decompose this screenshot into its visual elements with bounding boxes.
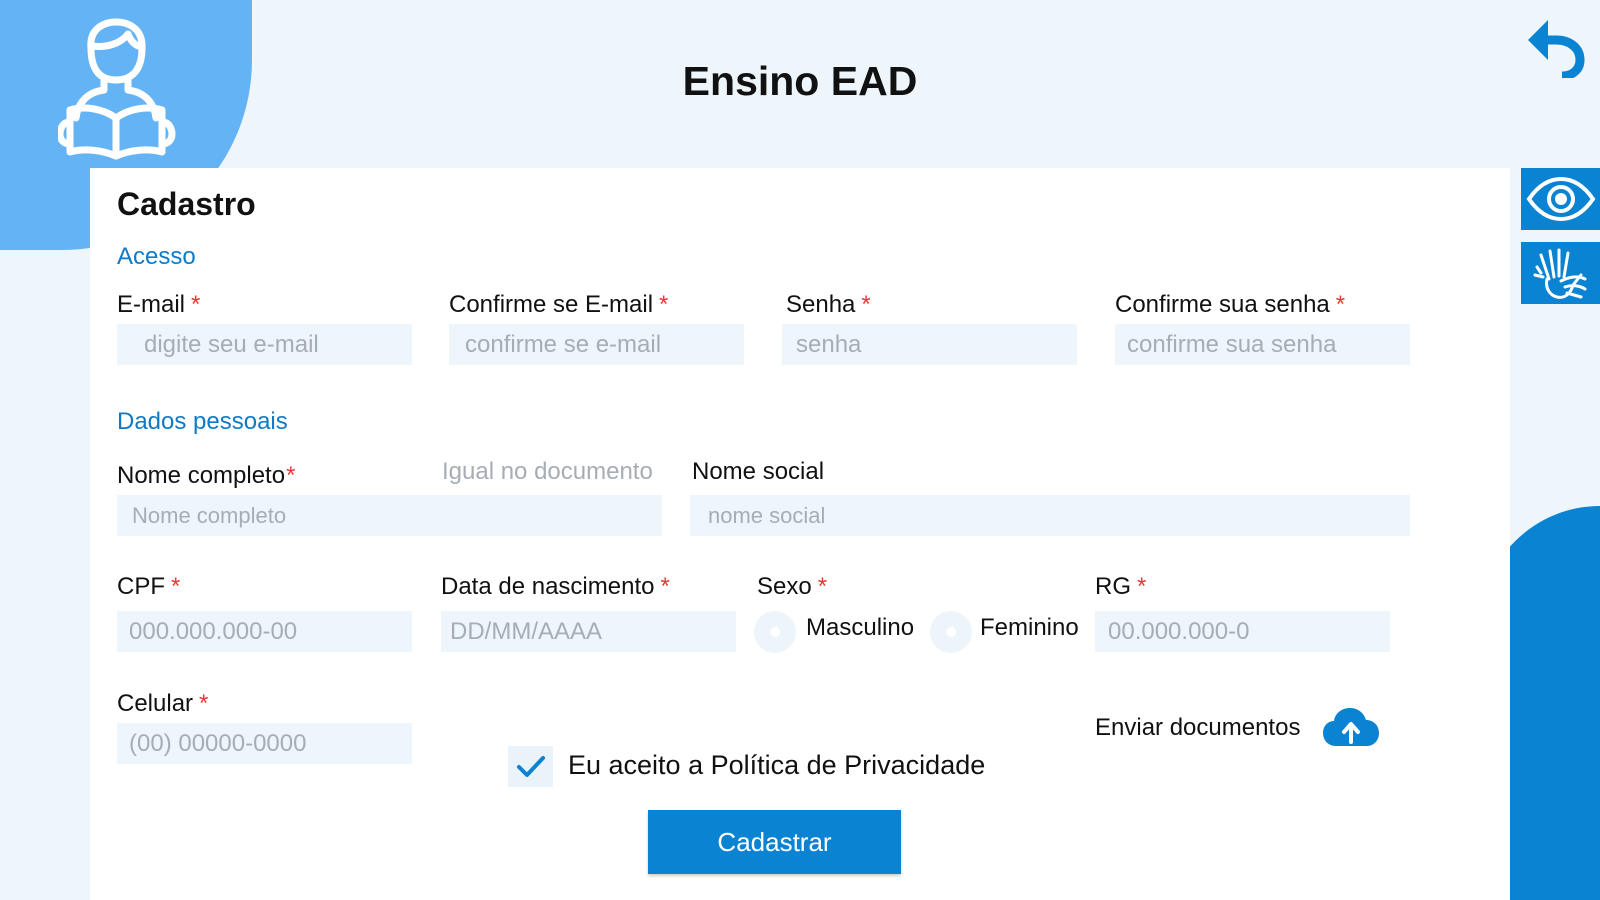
sex-label: Sexo * (757, 573, 828, 600)
phone-label: Celular * (117, 690, 209, 717)
cloud-upload-icon[interactable] (1322, 706, 1380, 748)
sex-female-radio[interactable] (930, 611, 972, 653)
required-mark: * (191, 291, 201, 318)
social-name-field[interactable]: nome social (690, 495, 1410, 536)
password-confirm-label: Confirme sua senha * (1115, 291, 1346, 318)
password-confirm-field[interactable]: confirme sua senha (1115, 324, 1410, 365)
full-name-field[interactable]: Nome completo (117, 495, 662, 536)
required-mark: * (171, 573, 181, 600)
sex-male-label: Masculino (806, 614, 915, 641)
sign-language-button[interactable] (1521, 242, 1600, 304)
undo-arrow-icon[interactable] (1526, 18, 1588, 78)
birth-date-field[interactable]: DD/MM/AAAA (441, 611, 736, 652)
cpf-label: CPF * (117, 573, 181, 600)
required-mark: * (659, 291, 669, 318)
registration-card: Cadastro Acesso E-mail * digite seu e-mai… (90, 168, 1510, 900)
social-name-label: Nome social (692, 458, 825, 485)
required-mark: * (861, 291, 871, 318)
full-name-label: Nome completo* (117, 462, 296, 489)
form-title: Cadastro (117, 186, 256, 222)
eye-icon (1526, 177, 1595, 221)
required-mark: * (286, 462, 296, 489)
required-mark: * (199, 690, 209, 717)
birth-date-label: Data de nascimento * (441, 573, 670, 600)
section-access: Acesso (117, 243, 196, 270)
upload-documents-label: Enviar documentos (1095, 714, 1301, 741)
rg-field[interactable]: 00.000.000-0 (1095, 611, 1390, 652)
visual-accessibility-button[interactable] (1521, 168, 1600, 230)
required-mark: * (817, 573, 828, 600)
privacy-policy-label: Eu aceito a Política de Privacidade (568, 750, 986, 780)
sex-female-label: Feminino (980, 614, 1079, 641)
rg-label: RG * (1095, 573, 1147, 600)
password-field[interactable]: senha (782, 324, 1077, 365)
required-mark: * (1137, 573, 1147, 600)
privacy-policy-checkbox[interactable] (508, 746, 553, 787)
app-title: Ensino EAD (682, 58, 918, 104)
cpf-field[interactable]: 000.000.000-00 (117, 611, 412, 652)
email-label: E-mail * (117, 291, 201, 318)
checkmark-icon (516, 755, 545, 777)
email-field[interactable]: digite seu e-mail (117, 324, 412, 365)
sex-male-radio[interactable] (754, 611, 796, 653)
required-mark: * (660, 573, 670, 600)
required-mark: * (1335, 291, 1346, 318)
password-label: Senha * (786, 291, 871, 318)
full-name-hint: Igual no documento (442, 458, 653, 485)
section-personal-data: Dados pessoais (117, 408, 288, 435)
register-button[interactable]: Cadastrar (648, 810, 901, 874)
email-confirm-field[interactable]: confirme se e-mail (449, 324, 744, 365)
phone-field[interactable]: (00) 00000-0000 (117, 723, 412, 764)
sign-language-hands-icon (1533, 248, 1586, 299)
email-confirm-label: Confirme se E-mail * (449, 291, 669, 318)
